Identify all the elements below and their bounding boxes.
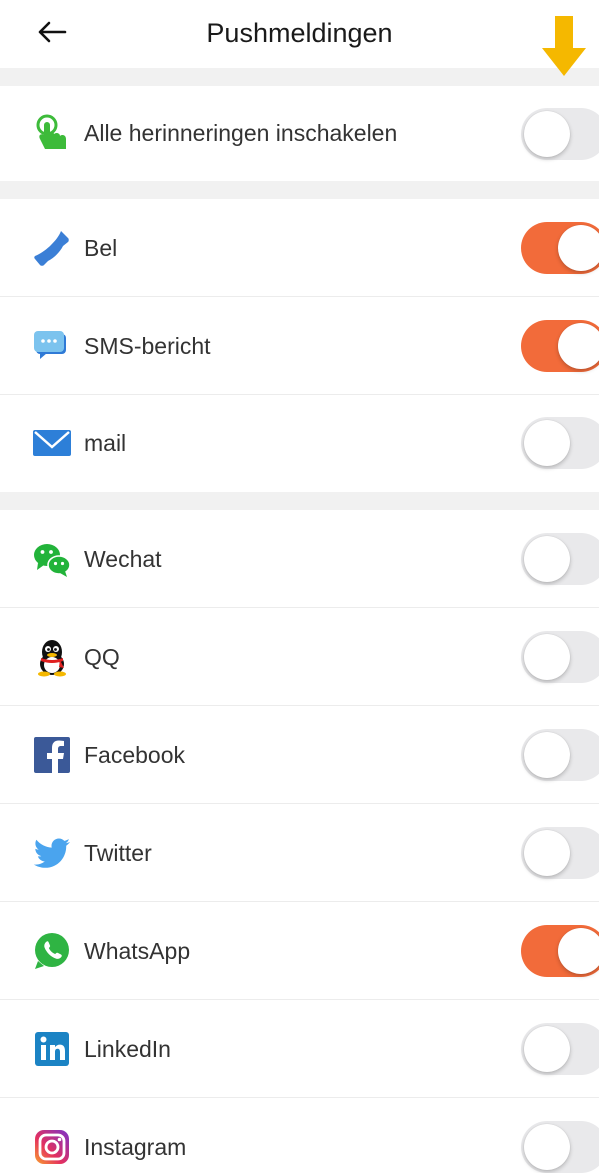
notification-label: QQ — [84, 644, 120, 670]
tap-finger-icon — [32, 113, 72, 153]
notification-row-twitter: Twitter — [0, 804, 599, 902]
notification-row-bel: Bel — [0, 199, 599, 297]
notification-row-facebook: Facebook — [0, 706, 599, 804]
sms-message-icon — [32, 326, 72, 366]
mail-icon — [32, 423, 72, 463]
qq-icon — [32, 637, 72, 677]
toggle-whatsapp[interactable] — [521, 925, 599, 977]
notification-row-sms: SMS-bericht — [0, 297, 599, 395]
toggle-facebook[interactable] — [521, 729, 599, 781]
notification-row-qq: QQ — [0, 608, 599, 706]
notification-row-instagram: Instagram — [0, 1098, 599, 1173]
toggle-knob — [558, 928, 599, 974]
toggle-qq[interactable] — [521, 631, 599, 683]
notification-label: mail — [84, 430, 127, 456]
master-reminder-row: Alle herinneringen inschakelen — [0, 86, 599, 181]
toggle-knob — [524, 420, 570, 466]
notification-label: Bel — [84, 235, 118, 261]
toggle-mail[interactable] — [521, 417, 599, 469]
toggle-knob — [524, 1124, 570, 1170]
notification-label: SMS-bericht — [84, 333, 211, 359]
notification-label: Wechat — [84, 546, 162, 572]
section-divider — [0, 181, 599, 199]
linkedin-icon — [32, 1029, 72, 1069]
notification-row-wechat: Wechat — [0, 510, 599, 608]
notification-row-whatsapp: WhatsApp — [0, 902, 599, 1000]
facebook-icon — [32, 735, 72, 775]
toggle-knob — [524, 1026, 570, 1072]
toggle-knob — [524, 634, 570, 680]
notification-label: WhatsApp — [84, 938, 191, 964]
arrow-down-icon — [540, 14, 588, 78]
notification-label: Twitter — [84, 840, 152, 866]
toggle-bel[interactable] — [521, 222, 599, 274]
notification-label: Instagram — [84, 1134, 187, 1160]
master-reminder-toggle[interactable] — [521, 108, 599, 160]
notification-row-linkedin: LinkedIn — [0, 1000, 599, 1098]
toggle-linkedin[interactable] — [521, 1023, 599, 1075]
toggle-sms[interactable] — [521, 320, 599, 372]
toggle-wechat[interactable] — [521, 533, 599, 585]
toggle-twitter[interactable] — [521, 827, 599, 879]
whatsapp-icon — [32, 931, 72, 971]
instagram-icon — [32, 1127, 72, 1167]
top-bar: Pushmeldingen — [0, 0, 599, 68]
wechat-icon — [32, 539, 72, 579]
section-divider — [0, 492, 599, 510]
phone-icon — [32, 228, 72, 268]
notification-row-mail: mail — [0, 395, 599, 492]
section-divider — [0, 68, 599, 86]
toggle-knob — [524, 732, 570, 778]
toggle-knob — [558, 323, 599, 369]
toggle-instagram[interactable] — [521, 1121, 599, 1173]
notification-label: Facebook — [84, 742, 186, 768]
toggle-knob — [524, 536, 570, 582]
toggle-knob — [558, 225, 599, 271]
twitter-icon — [32, 833, 72, 873]
toggle-knob — [524, 830, 570, 876]
master-reminder-label: Alle herinneringen inschakelen — [84, 120, 398, 146]
toggle-knob — [524, 111, 570, 157]
page-title: Pushmeldingen — [206, 18, 393, 48]
notification-label: LinkedIn — [84, 1036, 171, 1062]
